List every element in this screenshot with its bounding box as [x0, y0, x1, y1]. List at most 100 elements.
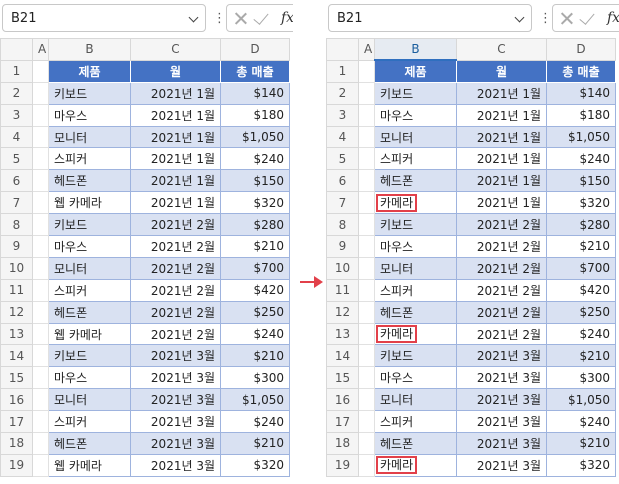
kebab-icon[interactable]: ⋮ [213, 11, 226, 26]
cell-b[interactable]: 스피커 [374, 147, 457, 171]
header-cell-b[interactable]: 제품 [48, 59, 131, 83]
cell-a[interactable] [358, 59, 375, 83]
cell-c[interactable]: 2021년 3월 [456, 453, 547, 477]
name-box[interactable]: B21 [328, 4, 532, 32]
cell-a[interactable] [358, 125, 375, 149]
cell-d[interactable]: $180 [546, 103, 616, 127]
row-header[interactable]: 10 [0, 256, 33, 280]
cell-a[interactable] [358, 169, 375, 193]
cell-c[interactable]: 2021년 2월 [130, 278, 221, 302]
cell-c[interactable]: 2021년 3월 [130, 388, 221, 412]
cell-b[interactable]: 웹 카메라 [48, 191, 131, 215]
row-header[interactable]: 8 [0, 213, 33, 237]
cell-d[interactable]: $320 [220, 453, 290, 477]
row-header[interactable]: 16 [326, 388, 359, 412]
cell-d[interactable]: $240 [546, 322, 616, 346]
row-header[interactable]: 5 [0, 147, 33, 171]
row-header[interactable]: 14 [326, 344, 359, 368]
cell-a[interactable] [32, 213, 49, 237]
row-header[interactable]: 18 [0, 432, 33, 455]
cell-c[interactable]: 2021년 1월 [130, 169, 221, 193]
row-header[interactable]: 12 [0, 300, 33, 324]
cell-a[interactable] [358, 322, 375, 346]
cell-c[interactable]: 2021년 3월 [456, 388, 547, 412]
cell-b[interactable]: 마우스 [48, 235, 131, 258]
cell-b[interactable]: 헤드폰 [48, 432, 131, 455]
row-header[interactable]: 10 [326, 256, 359, 280]
cell-a[interactable] [358, 432, 375, 455]
column-header-b[interactable]: B [374, 38, 457, 62]
cell-d[interactable]: $420 [546, 278, 616, 302]
cell-b[interactable]: 카메라 [374, 322, 457, 346]
header-cell-b[interactable]: 제품 [374, 59, 457, 83]
cell-a[interactable] [358, 103, 375, 127]
cell-a[interactable] [358, 410, 375, 434]
cell-b[interactable]: 모니터 [374, 125, 457, 149]
cell-a[interactable] [32, 410, 49, 434]
cell-d[interactable]: $320 [546, 191, 616, 215]
formula-input-area[interactable]: fx [226, 4, 293, 32]
row-header[interactable]: 19 [0, 453, 33, 477]
row-header[interactable]: 15 [0, 366, 33, 390]
cell-a[interactable] [32, 103, 49, 127]
cell-d[interactable]: $210 [220, 432, 290, 455]
column-header-b[interactable]: B [48, 38, 131, 61]
row-header[interactable]: 13 [326, 322, 359, 346]
column-header-c[interactable]: C [456, 38, 547, 61]
cell-d[interactable]: $240 [546, 147, 616, 171]
cell-c[interactable]: 2021년 3월 [130, 366, 221, 390]
cell-a[interactable] [32, 235, 49, 258]
cell-d[interactable]: $210 [220, 344, 290, 368]
cell-d[interactable]: $1,050 [546, 125, 616, 149]
cell-b[interactable]: 모니터 [48, 125, 131, 149]
x-icon[interactable] [560, 11, 574, 25]
cell-a[interactable] [32, 147, 49, 171]
cell-b[interactable]: 키보드 [374, 81, 457, 105]
row-header[interactable]: 9 [326, 235, 359, 258]
cell-a[interactable] [358, 191, 375, 215]
row-header[interactable]: 19 [326, 453, 359, 477]
row-header[interactable]: 11 [0, 278, 33, 302]
row-header[interactable]: 1 [326, 59, 359, 83]
check-icon[interactable] [579, 9, 595, 25]
cell-a[interactable] [32, 300, 49, 324]
cell-d[interactable]: $210 [546, 235, 616, 258]
cell-a[interactable] [32, 453, 49, 477]
cell-d[interactable]: $250 [220, 300, 290, 324]
cell-b[interactable]: 키보드 [374, 344, 457, 368]
cell-a[interactable] [32, 278, 49, 302]
cell-a[interactable] [358, 366, 375, 390]
cell-d[interactable]: $250 [546, 300, 616, 324]
cell-c[interactable]: 2021년 3월 [130, 410, 221, 434]
cell-b[interactable]: 모니터 [374, 388, 457, 412]
cell-a[interactable] [32, 169, 49, 193]
cell-b[interactable]: 키보드 [374, 213, 457, 237]
cell-a[interactable] [358, 453, 375, 477]
cell-c[interactable]: 2021년 2월 [130, 256, 221, 280]
cell-b[interactable]: 키보드 [48, 344, 131, 368]
cell-c[interactable]: 2021년 3월 [456, 432, 547, 455]
cell-c[interactable]: 2021년 1월 [456, 81, 547, 105]
cell-c[interactable]: 2021년 2월 [130, 300, 221, 324]
column-header-a[interactable]: A [32, 38, 49, 61]
check-icon[interactable] [253, 9, 269, 25]
row-header[interactable]: 4 [0, 125, 33, 149]
name-box[interactable]: B21 [2, 4, 206, 32]
header-cell-d[interactable]: 총 매출 [546, 59, 616, 83]
cell-a[interactable] [32, 191, 49, 215]
cell-c[interactable]: 2021년 2월 [130, 213, 221, 237]
cell-c[interactable]: 2021년 2월 [456, 322, 547, 346]
cell-c[interactable]: 2021년 2월 [456, 213, 547, 237]
header-cell-c[interactable]: 월 [456, 59, 547, 83]
cell-b[interactable]: 마우스 [374, 103, 457, 127]
cell-c[interactable]: 2021년 1월 [456, 169, 547, 193]
cell-c[interactable]: 2021년 1월 [456, 191, 547, 215]
cell-b[interactable]: 스피커 [48, 410, 131, 434]
row-header[interactable]: 6 [0, 169, 33, 193]
cell-d[interactable]: $280 [546, 213, 616, 237]
row-header[interactable]: 3 [0, 103, 33, 127]
cell-c[interactable]: 2021년 1월 [456, 125, 547, 149]
row-header[interactable]: 3 [326, 103, 359, 127]
cell-a[interactable] [358, 235, 375, 258]
header-cell-d[interactable]: 총 매출 [220, 59, 290, 83]
